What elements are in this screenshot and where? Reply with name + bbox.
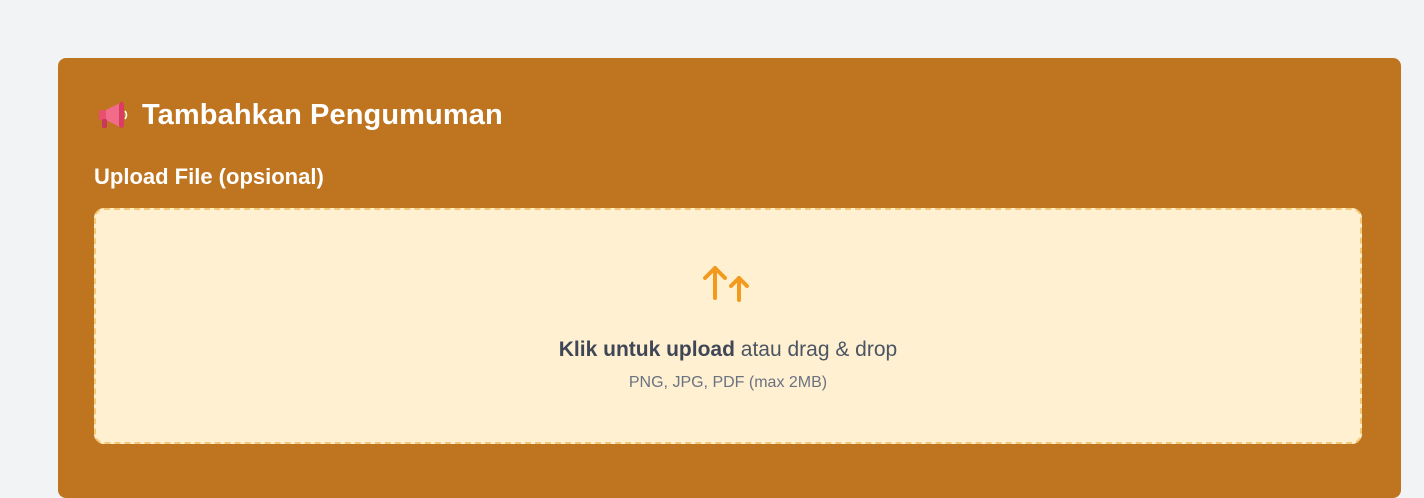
upload-icon xyxy=(699,260,757,304)
card-header: Tambahkan Pengumuman xyxy=(96,98,503,132)
file-dropzone[interactable]: Klik untuk upload atau drag & drop PNG, … xyxy=(94,208,1362,444)
file-type-hint: PNG, JPG, PDF (max 2MB) xyxy=(628,374,828,391)
drag-drop-text: atau drag & drop xyxy=(734,338,898,361)
click-to-upload-link[interactable]: Klik untuk upload xyxy=(559,338,735,361)
megaphone-icon xyxy=(96,98,130,132)
dropzone-instruction: Klik untuk upload atau drag & drop xyxy=(96,338,1360,362)
upload-field-label: Upload File (opsional) xyxy=(94,164,324,189)
card-title: Tambahkan Pengumuman xyxy=(142,98,503,131)
announcement-card: Tambahkan Pengumuman Upload File (opsion… xyxy=(58,58,1401,498)
